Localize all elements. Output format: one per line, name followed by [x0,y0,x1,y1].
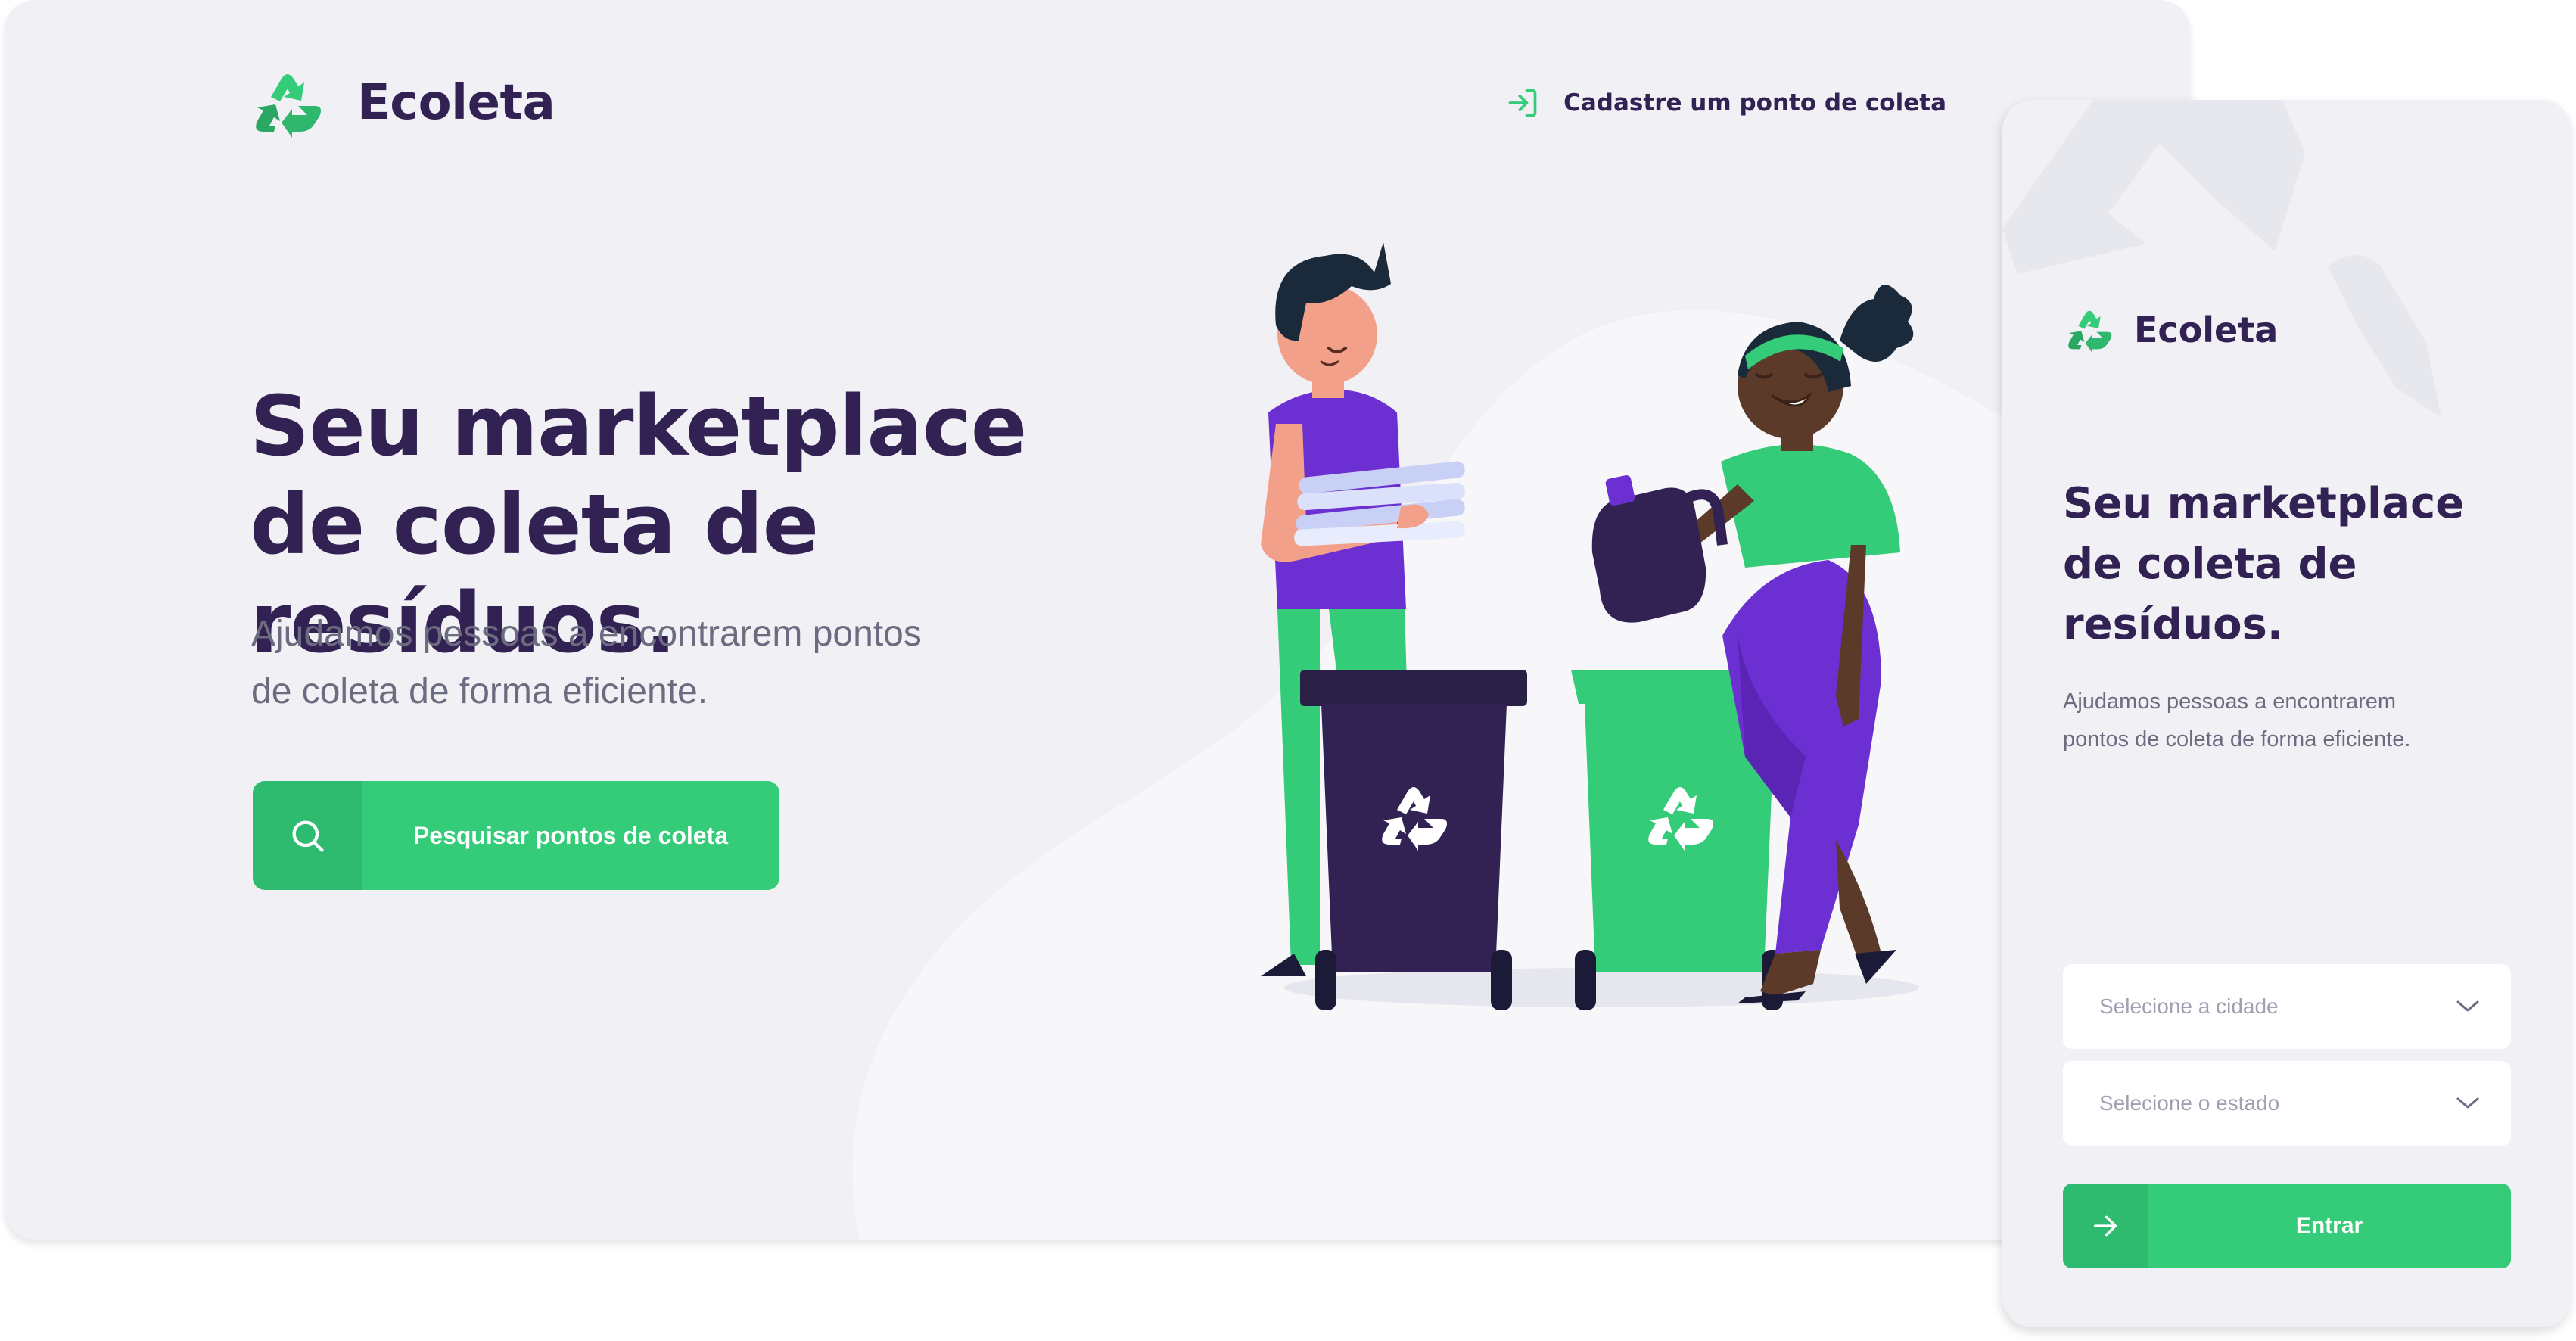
chevron-down-icon [2456,1000,2479,1012]
mobile-hero-subtitle: Ajudamos pessoas a encontrarem pontos de… [2063,683,2487,758]
log-in-icon [1508,89,1537,117]
desktop-window: Ecoleta Cadastre um ponto de coleta Seu … [5,0,2190,1240]
search-icon [292,820,324,852]
state-select-placeholder: Selecione o estado [2099,1091,2280,1115]
city-select-placeholder: Selecione a cidade [2099,994,2279,1018]
recycle-icon [2063,306,2116,354]
mobile-title-line2: de coleta de [2063,540,2357,589]
hero-subtitle-line2: de coleta de forma eficiente. [251,671,708,711]
enter-label: Entrar [2295,1213,2363,1238]
arrow-icon-box [2063,1184,2148,1268]
mobile-hero-title: Seu marketplace de coleta de resíduos. [2063,474,2517,655]
logo[interactable]: Ecoleta [248,67,555,139]
mobile-subtitle-line1: Ajudamos pessoas a encontrarem [2063,689,2397,714]
purple-bin [1300,670,1527,1010]
hero-subtitle-line1: Ajudamos pessoas a encontrarem pontos [251,614,922,654]
mobile-logo-text: Ecoleta [2134,310,2279,350]
arrow-right-icon [2094,1215,2117,1237]
logo-text: Ecoleta [357,75,555,131]
search-points-label: Pesquisar pontos de coleta [412,821,729,849]
mobile-subtitle-line2: pontos de coleta de forma eficiente. [2063,727,2411,751]
register-point-label: Cadastre um ponto de coleta [1563,89,1946,117]
chevron-down-icon [2456,1097,2479,1109]
mobile-window: Ecoleta Seu marketplace de coleta de res… [2002,100,2571,1327]
search-icon-box [253,781,362,890]
jug [1591,474,1728,623]
mobile-title-line1: Seu marketplace [2063,479,2465,528]
mobile-title-line3: resíduos. [2063,600,2284,649]
recycle-icon [248,67,327,139]
state-select[interactable]: Selecione o estado [2063,1061,2511,1146]
people-recycling-illustration [1261,242,1919,1010]
register-point-link[interactable]: Cadastre um ponto de coleta [1506,86,1946,120]
hero-title-line1: Seu marketplace [250,378,1027,474]
search-points-button[interactable]: Pesquisar pontos de coleta [253,781,779,890]
hero-subtitle: Ajudamos pessoas a encontrarem pontos de… [251,605,1008,720]
city-select[interactable]: Selecione a cidade [2063,964,2511,1049]
enter-button[interactable]: Entrar [2063,1184,2511,1268]
mobile-logo[interactable]: Ecoleta [2063,306,2278,354]
